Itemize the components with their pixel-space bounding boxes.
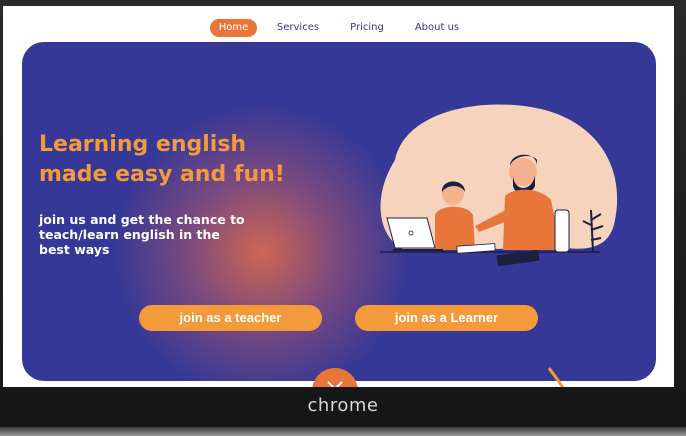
monitor-bezel	[0, 427, 686, 436]
subtext-line-3: best ways	[39, 242, 110, 257]
nav-pricing[interactable]: Pricing	[347, 20, 387, 36]
nav-services[interactable]: Services	[275, 20, 321, 36]
monitor-frame: Home Services Pricing About us Learning …	[0, 0, 686, 436]
hero-subtext: join us and get the chance to teach/lear…	[39, 212, 299, 257]
nav-home[interactable]: Home	[210, 19, 257, 37]
top-navigation: Home Services Pricing About us	[3, 16, 674, 38]
hero-headline: Learning english made easy and fun!	[39, 130, 359, 190]
subtext-line-1: join us and get the chance to	[39, 212, 245, 227]
join-learner-button[interactable]: join as a Learner	[355, 305, 538, 331]
subtext-line-2: teach/learn english in the	[39, 227, 220, 242]
decorative-curve	[547, 367, 565, 387]
monitor-brand-label: chrome	[307, 395, 379, 416]
hero-section: Learning english made easy and fun! join…	[22, 42, 656, 381]
headline-line-2: made easy and fun!	[39, 162, 285, 187]
join-teacher-button[interactable]: join as a teacher	[139, 305, 322, 331]
teacher-student-illustration	[380, 104, 618, 267]
headline-line-1: Learning english	[39, 132, 247, 157]
nav-about-us[interactable]: About us	[411, 20, 463, 36]
chair	[554, 209, 570, 253]
chevron-down-icon	[327, 381, 343, 387]
browser-viewport: Home Services Pricing About us Learning …	[3, 6, 674, 387]
